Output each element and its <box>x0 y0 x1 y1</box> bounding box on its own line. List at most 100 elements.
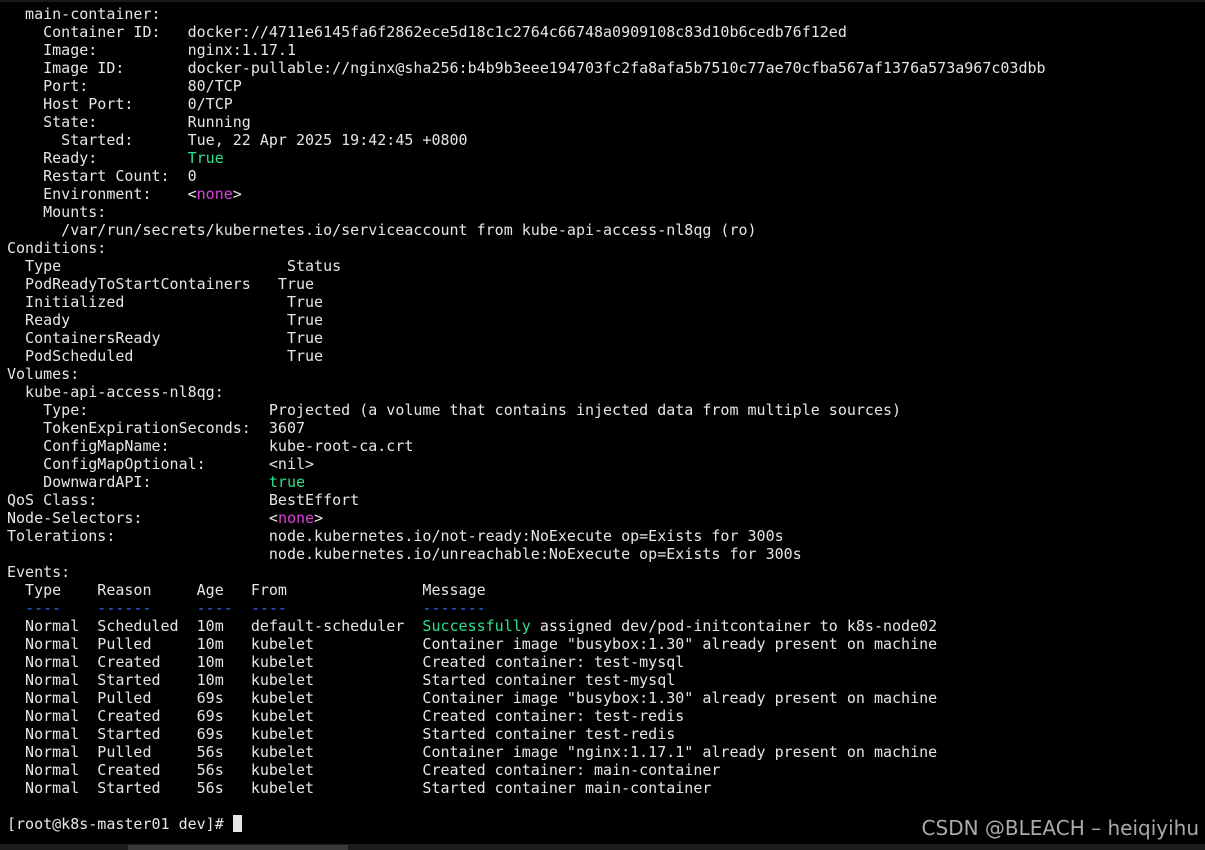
terminal-text-segment: Normal Pulled 69s kubelet Container imag… <box>7 689 938 707</box>
terminal-text-segment: PodReadyToStartContainers True <box>7 275 315 293</box>
terminal-text-segment: Node-Selectors: < <box>7 509 278 527</box>
text-cursor <box>232 815 242 832</box>
terminal-text-segment: Image ID: docker-pullable://nginx@sha256… <box>7 59 1046 77</box>
terminal-text-segment: ConfigMapOptional: <nil> <box>7 455 315 473</box>
terminal-line: Ready: True <box>7 149 1046 167</box>
terminal-line: Mounts: <box>7 203 1046 221</box>
terminal-line: State: Running <box>7 113 1046 131</box>
terminal-line: /var/run/secrets/kubernetes.io/serviceac… <box>7 221 1046 239</box>
terminal-text-segment: PodScheduled True <box>7 347 324 365</box>
watermark: CSDN @BLEACH – heiqiyihu <box>921 816 1199 840</box>
terminal-window[interactable]: main-container: Container ID: docker://4… <box>0 0 1205 850</box>
terminal-text-segment: Successfully <box>422 617 531 635</box>
terminal-text-segment: Mounts: <box>7 203 107 221</box>
terminal-line: Normal Pulled 10m kubelet Container imag… <box>7 635 1046 653</box>
terminal-text-segment: Host Port: 0/TCP <box>7 95 233 113</box>
terminal-text-segment: > <box>314 509 324 527</box>
terminal-line: TokenExpirationSeconds: 3607 <box>7 419 1046 437</box>
terminal-line: Node-Selectors: <none> <box>7 509 1046 527</box>
terminal-line: ContainersReady True <box>7 329 1046 347</box>
shell-prompt-line[interactable]: [root@k8s-master01 dev]# <box>7 815 242 833</box>
terminal-line: Ready True <box>7 311 1046 329</box>
terminal-text-segment: Normal Created 10m kubelet Created conta… <box>7 653 685 671</box>
terminal-text-segment: True <box>187 149 224 167</box>
terminal-text-segment: State: Running <box>7 113 251 131</box>
shell-prompt: [root@k8s-master01 dev]# <box>7 815 233 833</box>
terminal-line: Normal Pulled 56s kubelet Container imag… <box>7 743 1046 761</box>
terminal-text-segment: Conditions: <box>7 239 107 257</box>
terminal-line: Started: Tue, 22 Apr 2025 19:42:45 +0800 <box>7 131 1046 149</box>
terminal-text-segment: ConfigMapName: kube-root-ca.crt <box>7 437 414 455</box>
terminal-text-segment: Normal Pulled 10m kubelet Container imag… <box>7 635 938 653</box>
terminal-text-segment: kube-api-access-nl8qg: <box>7 383 224 401</box>
terminal-line: Events: <box>7 563 1046 581</box>
terminal-line: ConfigMapOptional: <nil> <box>7 455 1046 473</box>
terminal-line: PodReadyToStartContainers True <box>7 275 1046 293</box>
terminal-text-segment: Ready: <box>7 149 188 167</box>
terminal-line: DownwardAPI: true <box>7 473 1046 491</box>
terminal-text-segment: Ready True <box>7 311 324 329</box>
terminal-text-segment: Volumes: <box>7 365 80 383</box>
terminal-text-segment: Events: <box>7 563 71 581</box>
terminal-text-segment: assigned dev/pod-initcontainer to k8s-no… <box>530 617 938 635</box>
terminal-text-segment: ---- ------ ---- ---- ------- <box>25 599 486 617</box>
terminal-line: Normal Pulled 69s kubelet Container imag… <box>7 689 1046 707</box>
terminal-text-segment: Environment: < <box>7 185 197 203</box>
terminal-text-segment: Container ID: docker://4711e6145fa6f2862… <box>7 23 847 41</box>
terminal-line: ConfigMapName: kube-root-ca.crt <box>7 437 1046 455</box>
terminal-output: main-container: Container ID: docker://4… <box>7 5 1046 797</box>
terminal-line: Image ID: docker-pullable://nginx@sha256… <box>7 59 1046 77</box>
terminal-line: Container ID: docker://4711e6145fa6f2862… <box>7 23 1046 41</box>
terminal-line: Tolerations: node.kubernetes.io/not-read… <box>7 527 1046 545</box>
terminal-line: Image: nginx:1.17.1 <box>7 41 1046 59</box>
terminal-line: Normal Scheduled 10m default-scheduler S… <box>7 617 1046 635</box>
terminal-line: Normal Started 56s kubelet Started conta… <box>7 779 1046 797</box>
terminal-line: main-container: <box>7 5 1046 23</box>
terminal-line: Normal Created 56s kubelet Created conta… <box>7 761 1046 779</box>
terminal-text-segment: Normal Scheduled 10m default-scheduler <box>7 617 423 635</box>
terminal-text-segment: Normal Started 69s kubelet Started conta… <box>7 725 676 743</box>
terminal-line: Type Reason Age From Message <box>7 581 1046 599</box>
terminal-line: Normal Created 10m kubelet Created conta… <box>7 653 1046 671</box>
terminal-text-segment: DownwardAPI: <box>7 473 269 491</box>
terminal-text-segment: Tolerations: node.kubernetes.io/not-read… <box>7 527 784 545</box>
terminal-text-segment: /var/run/secrets/kubernetes.io/serviceac… <box>7 221 757 239</box>
terminal-line: Host Port: 0/TCP <box>7 95 1046 113</box>
bottom-scroll-tab[interactable] <box>128 845 348 850</box>
terminal-line: node.kubernetes.io/unreachable:NoExecute… <box>7 545 1046 563</box>
terminal-text-segment: Type: Projected (a volume that contains … <box>7 401 902 419</box>
terminal-text-segment: ContainersReady True <box>7 329 324 347</box>
terminal-line: Normal Created 69s kubelet Created conta… <box>7 707 1046 725</box>
terminal-text-segment: true <box>268 473 306 491</box>
terminal-line: Port: 80/TCP <box>7 77 1046 95</box>
terminal-text-segment: Port: 80/TCP <box>7 77 242 95</box>
terminal-text-segment: none <box>277 509 315 527</box>
terminal-line: kube-api-access-nl8qg: <box>7 383 1046 401</box>
terminal-line: Conditions: <box>7 239 1046 257</box>
terminal-text-segment: QoS Class: BestEffort <box>7 491 360 509</box>
terminal-text-segment: > <box>232 185 242 203</box>
terminal-text-segment: none <box>196 185 233 203</box>
terminal-text-segment: Normal Pulled 56s kubelet Container imag… <box>7 743 938 761</box>
terminal-line: Type: Projected (a volume that contains … <box>7 401 1046 419</box>
terminal-line: Volumes: <box>7 365 1046 383</box>
terminal-text-segment: Normal Created 69s kubelet Created conta… <box>7 707 685 725</box>
terminal-line: Normal Started 10m kubelet Started conta… <box>7 671 1046 689</box>
terminal-top-edge <box>0 0 1205 2</box>
terminal-text-segment: Image: nginx:1.17.1 <box>7 41 296 59</box>
terminal-line: Initialized True <box>7 293 1046 311</box>
terminal-text-segment: Started: Tue, 22 Apr 2025 19:42:45 +0800 <box>7 131 468 149</box>
terminal-text-segment: Type Status <box>7 257 342 275</box>
terminal-text-segment: Normal Started 56s kubelet Started conta… <box>7 779 712 797</box>
terminal-line: Restart Count: 0 <box>7 167 1046 185</box>
terminal-text-segment: TokenExpirationSeconds: 3607 <box>7 419 306 437</box>
terminal-line: Environment: <none> <box>7 185 1046 203</box>
terminal-text-segment: Type Reason Age From Message <box>7 581 486 599</box>
terminal-text-segment: Normal Created 56s kubelet Created conta… <box>7 761 721 779</box>
terminal-text-segment: node.kubernetes.io/unreachable:NoExecute… <box>7 545 802 563</box>
terminal-line: PodScheduled True <box>7 347 1046 365</box>
terminal-line: Normal Started 69s kubelet Started conta… <box>7 725 1046 743</box>
terminal-text-segment: Initialized True <box>7 293 324 311</box>
terminal-text-segment: Normal Started 10m kubelet Started conta… <box>7 671 676 689</box>
